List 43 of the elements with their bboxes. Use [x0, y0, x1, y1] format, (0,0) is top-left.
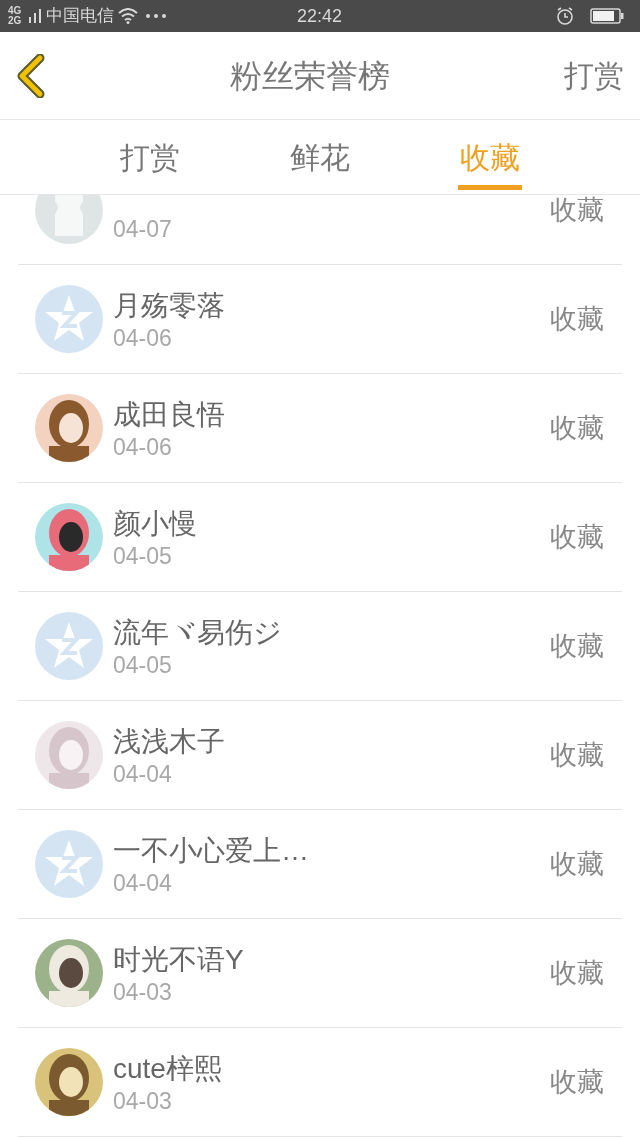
signal-icon	[28, 9, 42, 23]
fan-name: 一不小心爱上…	[113, 834, 310, 868]
action-label: 收藏	[550, 956, 604, 990]
alarm-icon	[556, 7, 574, 25]
fan-name: 颜小慢	[113, 507, 198, 541]
date-label: 04-07	[113, 215, 173, 244]
date-label: 04-05	[113, 542, 173, 571]
action-label: 收藏	[550, 302, 604, 336]
tab[interactable]: 打赏	[65, 120, 235, 194]
action-label: 收藏	[550, 520, 604, 554]
action-label: 收藏	[550, 1065, 604, 1099]
date-label: 04-03	[113, 978, 173, 1007]
date-label: 04-04	[113, 760, 173, 789]
battery-icon	[590, 8, 624, 24]
clock-time: 22:42	[297, 4, 343, 28]
fan-name: 流年ヾ易伤ジ	[113, 616, 283, 650]
reward-button[interactable]: 打赏	[564, 53, 624, 98]
tab-indicator	[458, 185, 522, 190]
action-label: 收藏	[550, 411, 604, 445]
page-title: 粉丝荣誉榜	[229, 56, 391, 96]
date-label: 04-04	[113, 869, 173, 898]
date-label: 04-05	[113, 651, 173, 680]
date-label: 04-06	[113, 433, 173, 462]
action-label: 收藏	[550, 738, 604, 772]
back-icon	[16, 53, 46, 98]
fan-name: cute梓熙	[113, 1052, 223, 1086]
fan-name: 成田良悟	[113, 398, 226, 432]
network-indicator: 4G 2G	[8, 6, 23, 26]
date-label: 04-06	[113, 324, 173, 353]
action-label: 收藏	[550, 629, 604, 663]
more-icon	[146, 14, 166, 18]
action-label: 收藏	[550, 195, 604, 227]
fan-name: 月殇零落	[113, 289, 226, 323]
star-avatar-icon	[35, 285, 103, 353]
wifi-icon	[118, 8, 138, 24]
star-avatar-icon	[35, 830, 103, 898]
star-avatar-icon	[35, 612, 103, 680]
action-label: 收藏	[550, 847, 604, 881]
tab[interactable]: 鲜花	[235, 120, 405, 194]
date-label: 04-03	[113, 1087, 173, 1116]
fan-name: 时光不语Y	[113, 943, 245, 977]
carrier-name: 中国电信	[46, 5, 114, 28]
fan-name: 浅浅木子	[113, 725, 226, 759]
